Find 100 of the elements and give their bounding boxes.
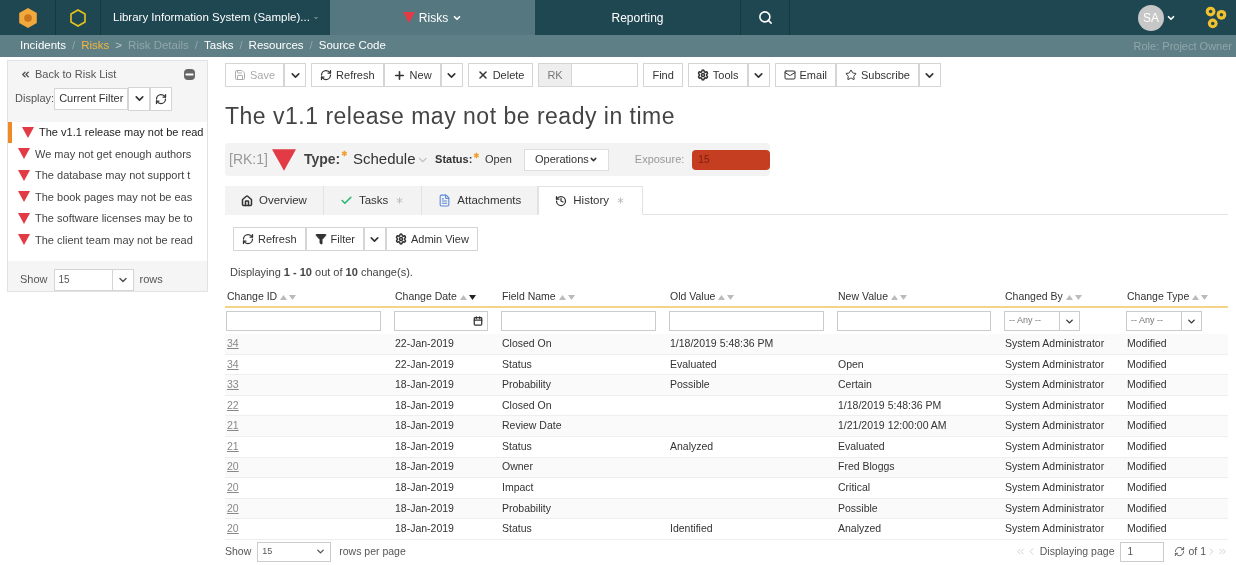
page-field[interactable]: 1 bbox=[1120, 541, 1165, 562]
subscribe-button[interactable]: Subscribe bbox=[836, 63, 919, 87]
change-id-link[interactable]: 21 bbox=[227, 419, 239, 432]
risk-triangle-icon bbox=[18, 191, 30, 203]
breadcrumb-link[interactable]: Incidents bbox=[20, 37, 67, 55]
operations-button[interactable]: Operations bbox=[524, 148, 609, 171]
tab[interactable]: History bbox=[538, 186, 644, 215]
risk-list-item[interactable]: The client team may not be read bbox=[8, 229, 207, 251]
table-cell: Analyzed bbox=[670, 439, 714, 452]
breadcrumb-separator: / bbox=[309, 38, 313, 54]
column-header[interactable]: Change ID bbox=[225, 289, 393, 305]
change-id-link[interactable]: 21 bbox=[227, 439, 239, 452]
column-header[interactable]: Old Value bbox=[668, 289, 836, 305]
change-id-link[interactable]: 34 bbox=[227, 357, 239, 370]
refresh-icon bbox=[155, 92, 168, 105]
admin-view-button[interactable]: Admin View bbox=[386, 227, 478, 251]
change-id-link[interactable]: 20 bbox=[227, 460, 239, 473]
risk-list-item[interactable]: The book pages may not be eas bbox=[8, 186, 207, 208]
dropdown-toggle[interactable] bbox=[128, 86, 151, 111]
table-cell: 18-Jan-2019 bbox=[395, 419, 454, 432]
change-id-link[interactable]: 22 bbox=[227, 398, 239, 411]
breadcrumb-separator: > bbox=[115, 38, 123, 54]
back-link[interactable]: Back to Risk List bbox=[20, 66, 117, 83]
column-header[interactable]: Change Date bbox=[393, 289, 500, 305]
filter-select[interactable]: -- Any -- bbox=[1126, 311, 1202, 331]
risk-list-item[interactable]: The software licenses may be to bbox=[8, 207, 207, 229]
refresh-icon bbox=[242, 233, 254, 245]
table-cell: System Administrator bbox=[1005, 501, 1105, 514]
change-id-link[interactable]: 20 bbox=[227, 481, 239, 494]
date-filter-field[interactable] bbox=[394, 311, 488, 331]
table-cell: Fred Bloggs bbox=[838, 460, 895, 473]
dropdown-toggle[interactable] bbox=[284, 63, 307, 87]
table-cell: Status bbox=[502, 522, 532, 535]
column-header[interactable]: Field Name bbox=[500, 289, 668, 305]
nav-tab[interactable]: Risks bbox=[330, 0, 535, 35]
filter-dropdown[interactable]: Current Filter bbox=[54, 87, 129, 110]
dropdown-toggle[interactable] bbox=[747, 63, 770, 87]
table-cell: Modified bbox=[1127, 481, 1167, 494]
filter-field[interactable] bbox=[837, 311, 991, 331]
find-button[interactable]: Find bbox=[643, 63, 683, 87]
tools-button[interactable]: Tools bbox=[687, 63, 748, 87]
change-id-link[interactable]: 34 bbox=[227, 336, 239, 349]
history-icon bbox=[555, 194, 568, 207]
hexagon-icon[interactable] bbox=[68, 7, 88, 28]
dropdown-toggle[interactable] bbox=[918, 63, 941, 87]
table-cell: System Administrator bbox=[1005, 398, 1105, 411]
refresh-button[interactable]: Refresh bbox=[233, 227, 306, 251]
filter-button[interactable]: Filter bbox=[305, 227, 364, 251]
change-id-link[interactable]: 20 bbox=[227, 522, 239, 535]
email-button[interactable]: Email bbox=[774, 63, 837, 87]
risk-list-item[interactable]: The v1.1 release may not be read bbox=[8, 121, 207, 143]
column-header[interactable]: Change Type bbox=[1125, 289, 1228, 305]
logo-icon[interactable] bbox=[16, 6, 39, 29]
table-cell: Modified bbox=[1127, 378, 1167, 391]
refresh-icon[interactable] bbox=[1174, 546, 1186, 558]
tab[interactable]: Attachments bbox=[422, 186, 539, 215]
rows-select[interactable]: 15 bbox=[257, 541, 332, 562]
breadcrumb-link[interactable]: Tasks bbox=[204, 37, 234, 55]
change-id-link[interactable]: 20 bbox=[227, 501, 239, 514]
dropdown-toggle[interactable] bbox=[364, 227, 386, 251]
new-button[interactable]: New bbox=[383, 63, 441, 87]
table-cell: Possible bbox=[838, 501, 878, 514]
table-cell: 1/18/2019 5:48:36 PM bbox=[838, 398, 942, 411]
table-cell: Closed On bbox=[502, 336, 552, 349]
refresh-button[interactable]: Refresh bbox=[311, 63, 384, 87]
exposure-value: 15 bbox=[692, 149, 770, 170]
breadcrumb-separator: / bbox=[194, 38, 198, 54]
column-header[interactable]: Changed By bbox=[1003, 289, 1125, 305]
breadcrumb-link[interactable]: Resources bbox=[248, 37, 304, 55]
document-icon bbox=[438, 194, 452, 207]
table-cell: System Administrator bbox=[1005, 419, 1105, 432]
change-id-link[interactable]: 33 bbox=[227, 378, 239, 391]
filter-field[interactable] bbox=[501, 311, 656, 331]
find-field[interactable]: RK bbox=[538, 63, 639, 87]
exposure-label: Exposure: bbox=[634, 152, 685, 168]
refresh-button[interactable] bbox=[150, 86, 173, 111]
result-count: Displaying 1 - 10 out of 10 change(s). bbox=[230, 265, 414, 278]
status-label: Status: bbox=[435, 152, 473, 168]
rows-select[interactable]: 15 bbox=[53, 268, 134, 291]
risk-list-item[interactable]: The database may not support t bbox=[8, 164, 207, 186]
filter-field[interactable] bbox=[669, 311, 824, 331]
table-cell: Evaluated bbox=[838, 439, 885, 452]
table-cell: System Administrator bbox=[1005, 522, 1105, 535]
filter-select[interactable]: -- Any -- bbox=[1004, 311, 1080, 331]
risk-triangle-icon bbox=[18, 169, 30, 181]
tab[interactable]: Tasks bbox=[323, 186, 423, 215]
delete-button[interactable]: Delete bbox=[467, 63, 534, 87]
required-icon bbox=[340, 149, 349, 158]
type-value[interactable]: Schedule bbox=[352, 148, 416, 171]
table-cell: Certain bbox=[838, 378, 872, 391]
column-header[interactable]: New Value bbox=[836, 289, 1003, 305]
table-cell: System Administrator bbox=[1005, 460, 1105, 473]
dropdown-toggle[interactable] bbox=[440, 63, 463, 87]
filter-field[interactable] bbox=[226, 311, 381, 331]
risk-list-item[interactable]: We may not get enough authors bbox=[8, 143, 207, 165]
table-cell: 18-Jan-2019 bbox=[395, 439, 454, 452]
breadcrumb-link[interactable]: Source Code bbox=[318, 37, 386, 55]
tab[interactable]: Overview bbox=[225, 186, 324, 215]
collapse-icon[interactable] bbox=[184, 68, 195, 80]
table-cell: Modified bbox=[1127, 336, 1167, 349]
